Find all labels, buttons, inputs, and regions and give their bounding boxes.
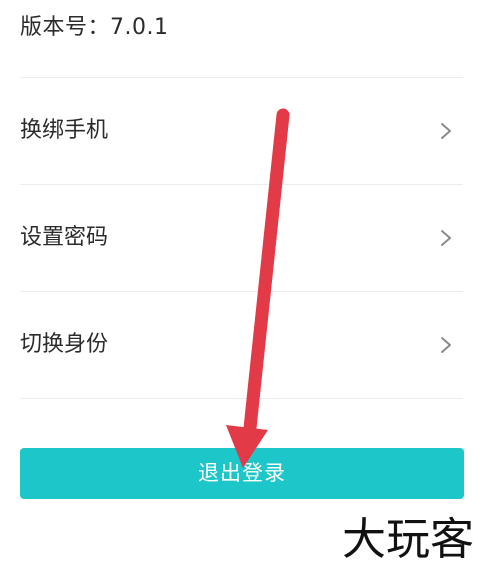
divider (20, 398, 463, 399)
chevron-right-icon (441, 337, 451, 353)
logout-button[interactable]: 退出登录 (20, 448, 464, 499)
watermark-text: 大玩客 (342, 514, 474, 565)
menu-item-switch-identity[interactable]: 切换身份 (0, 292, 487, 398)
menu-item-label: 换绑手机 (20, 118, 109, 143)
chevron-right-icon (441, 230, 451, 246)
menu-item-label: 设置密码 (20, 225, 109, 250)
menu-item-label: 切换身份 (20, 332, 109, 357)
settings-page: 版本号：7.0.1 换绑手机 设置密码 切换身份 退出登录 大玩客 (0, 0, 487, 568)
watermark-logo: 大玩客 (342, 514, 474, 565)
menu-item-set-password[interactable]: 设置密码 (0, 185, 487, 291)
menu-item-change-phone[interactable]: 换绑手机 (0, 78, 487, 184)
version-label: 版本号：7.0.1 (20, 15, 169, 40)
chevron-right-icon (441, 123, 451, 139)
